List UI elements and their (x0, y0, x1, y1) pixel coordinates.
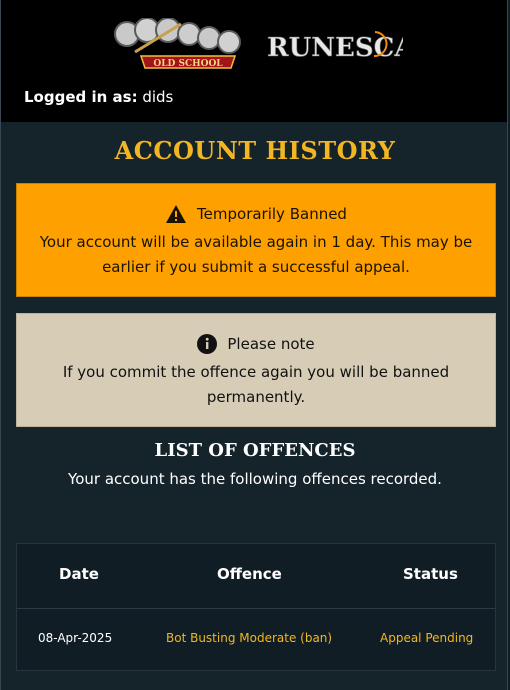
offences-table: Date Offence Status 08-Apr-2025 Bot Bust… (16, 543, 496, 671)
page-title: ACCOUNT HISTORY (114, 136, 396, 165)
offences-subtitle: Your account has the following offences … (68, 470, 442, 488)
ban-alert: Temporarily Banned Your account will be … (16, 183, 496, 297)
oldschool-banner-text: OLD SCHOOL (153, 59, 223, 69)
note-alert: Please note If you commit the offence ag… (16, 313, 496, 427)
note-alert-header: Please note (17, 334, 495, 354)
offence-name[interactable]: Bot Busting Moderate (ban) (166, 631, 332, 645)
offence-status[interactable]: Appeal Pending (380, 631, 473, 645)
logged-in-status: Logged in as: dids (24, 88, 173, 106)
ban-alert-header: Temporarily Banned (17, 204, 495, 224)
runescape-logo[interactable]: RUNESCAPE (263, 26, 403, 66)
offences-table-header: Date Offence Status (17, 544, 495, 609)
ban-alert-body: Your account will be available again in … (39, 233, 473, 276)
logged-in-label: Logged in as: (24, 88, 138, 106)
info-circle-icon (197, 334, 218, 354)
ban-alert-heading: Temporarily Banned (197, 205, 347, 223)
offences-title: LIST OF OFFENCES (154, 440, 356, 461)
username: dids (142, 88, 174, 106)
header-bar: OLD SCHOOL RUNESCAPE Logged in as: dids (1, 0, 507, 122)
warning-triangle-icon (166, 205, 187, 223)
column-header-status: Status (403, 565, 458, 583)
note-alert-body: If you commit the offence again you will… (62, 363, 450, 406)
column-header-date: Date (59, 565, 99, 583)
note-alert-heading: Please note (227, 335, 315, 353)
offence-date: 08-Apr-2025 (38, 631, 113, 645)
runescape-logo-text: RUNESCAPE (267, 33, 403, 63)
oldschool-logo[interactable]: OLD SCHOOL (113, 18, 249, 74)
column-header-offence: Offence (217, 565, 282, 583)
